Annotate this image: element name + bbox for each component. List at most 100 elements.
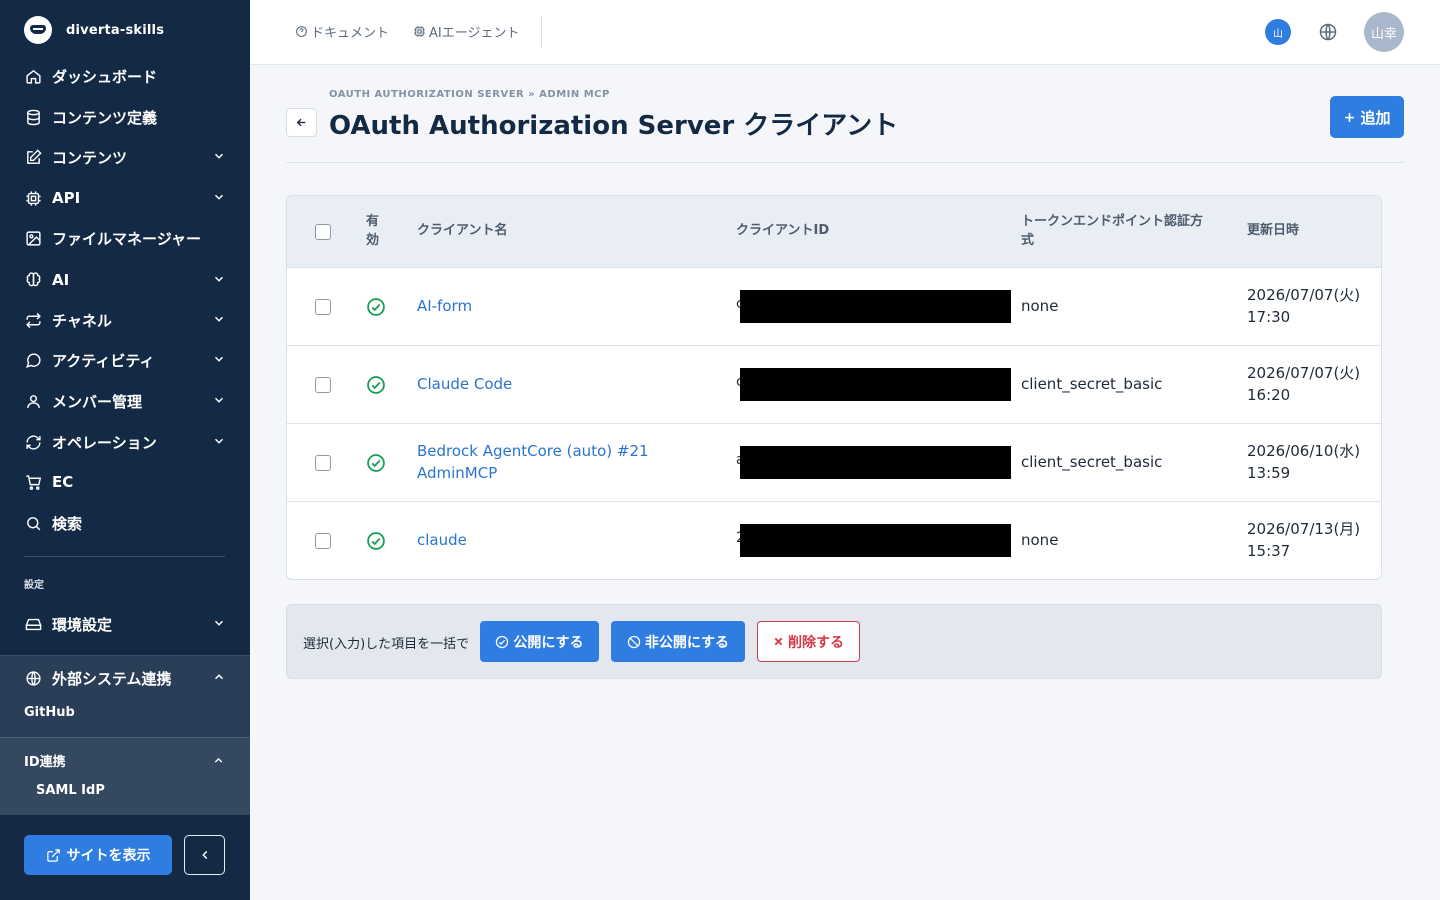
- updated-date: 2026/07/07(火): [1247, 286, 1361, 304]
- sidebar-item-label: チャネル: [52, 311, 112, 330]
- ai-agent-link[interactable]: AIエージェント: [413, 22, 519, 41]
- updated-date: 2026/07/13(月): [1247, 520, 1361, 538]
- redacted-client-id: [740, 290, 1011, 323]
- row-checkbox[interactable]: [315, 377, 331, 393]
- chevron-up-icon[interactable]: [212, 754, 225, 767]
- column-header-client-id[interactable]: クライアントID: [736, 221, 829, 240]
- sidebar-item-label: コンテンツ定義: [52, 108, 158, 127]
- add-label: 追加: [1360, 108, 1391, 127]
- publish-label: 公開にする: [513, 634, 584, 651]
- table-row[interactable]: AI-form c none 2026/07/07(火) 17:30: [287, 268, 1381, 346]
- table-header: 有効 クライアント名 クライアントID トークンエンドポイント認証方式 更新日時: [287, 196, 1381, 268]
- sidebar-item-label: アクティビティ: [52, 351, 155, 370]
- sidebar-subitem-saml-idp[interactable]: SAML IdP: [36, 783, 105, 798]
- updated-time: 15:37: [1247, 542, 1291, 560]
- home-icon: [24, 67, 42, 85]
- sidebar-item-operation[interactable]: オペレーション: [24, 429, 226, 455]
- brain-icon: [24, 271, 42, 289]
- refresh-icon: [24, 433, 42, 451]
- sidebar-item-env-settings[interactable]: 環境設定: [24, 611, 226, 637]
- auth-method: client_secret_basic: [1021, 375, 1163, 393]
- sidebar-item-members[interactable]: メンバー管理: [24, 388, 226, 414]
- add-button[interactable]: 追加: [1330, 96, 1404, 138]
- select-all-checkbox[interactable]: [315, 224, 331, 240]
- message-icon: [24, 351, 42, 369]
- docs-link[interactable]: ドキュメント: [295, 22, 389, 41]
- table-row[interactable]: Bedrock AgentCore (auto) #21 AdminMCP a …: [287, 424, 1381, 502]
- search-icon: [24, 514, 42, 532]
- column-header-updated[interactable]: 更新日時: [1247, 221, 1299, 240]
- sidebar-subitem-id-linkage[interactable]: ID連携: [24, 751, 66, 770]
- sidebar-item-file-manager[interactable]: ファイルマネージャー: [24, 225, 226, 251]
- table-row[interactable]: Claude Code c client_secret_basic 2026/0…: [287, 346, 1381, 424]
- docs-label: ドキュメント: [311, 26, 390, 41]
- cpu-icon: [414, 26, 425, 37]
- sidebar-item-ec[interactable]: EC: [24, 469, 226, 495]
- image-icon: [24, 229, 42, 247]
- chevron-left-icon: [201, 850, 207, 860]
- row-checkbox[interactable]: [315, 533, 331, 549]
- chevron-up-icon: [214, 674, 224, 680]
- sidebar-item-label: 検索: [52, 514, 83, 533]
- check-circle-icon: [367, 454, 385, 472]
- sidebar-item-content[interactable]: コンテンツ: [24, 144, 226, 170]
- updated-time: 16:20: [1247, 386, 1291, 404]
- cart-icon: [24, 473, 42, 491]
- column-header-enabled[interactable]: 有効: [366, 212, 382, 250]
- client-name-link[interactable]: claude: [417, 529, 677, 551]
- row-checkbox[interactable]: [315, 299, 331, 315]
- sidebar: diverta-skills ダッシュボード コンテンツ定義 コンテンツ API…: [0, 0, 250, 900]
- table-row[interactable]: claude 2 none 2026/07/13(月) 15:37: [287, 502, 1381, 579]
- sidebar-item-search[interactable]: 検索: [24, 510, 226, 536]
- check-circle-icon: [367, 376, 385, 394]
- updated-time: 13:59: [1247, 464, 1291, 482]
- page-title: OAuth Authorization Server クライアント: [329, 111, 899, 141]
- settings-heading: 設定: [24, 580, 44, 591]
- cpu-icon: [24, 189, 42, 207]
- sidebar-item-label: 環境設定: [52, 615, 113, 634]
- sidebar-item-activity[interactable]: アクティビティ: [24, 347, 226, 373]
- chevron-down-icon: [214, 438, 224, 444]
- workspace-badge[interactable]: 山: [1265, 19, 1291, 45]
- user-icon: [24, 392, 42, 410]
- view-site-button[interactable]: サイトを表示: [24, 835, 172, 875]
- delete-label: 削除する: [788, 634, 844, 651]
- brand[interactable]: diverta-skills: [24, 16, 164, 44]
- back-button[interactable]: [286, 108, 317, 137]
- top-bar: ドキュメント AIエージェント 山 山幸: [250, 0, 1440, 65]
- client-name-link[interactable]: Claude Code: [417, 373, 677, 395]
- column-header-client-name[interactable]: クライアント名: [417, 221, 507, 240]
- delete-button[interactable]: 削除する: [757, 621, 860, 662]
- chevron-down-icon: [214, 194, 224, 200]
- ai-agent-label: AIエージェント: [429, 26, 520, 41]
- sidebar-item-ai[interactable]: AI: [24, 267, 226, 293]
- sidebar-item-content-definition[interactable]: コンテンツ定義: [24, 104, 226, 130]
- collapse-sidebar-button[interactable]: [184, 835, 225, 875]
- sidebar-item-label: AI: [52, 271, 70, 289]
- chevron-down-icon: [214, 316, 224, 322]
- hard-drive-icon: [24, 615, 42, 633]
- redacted-client-id: [740, 368, 1011, 401]
- topbar-separator: [541, 16, 542, 47]
- publish-button[interactable]: 公開にする: [480, 621, 599, 662]
- row-checkbox[interactable]: [315, 455, 331, 471]
- globe-icon[interactable]: [1318, 22, 1338, 42]
- client-name-link[interactable]: AI-form: [417, 295, 677, 317]
- external-link-icon: [46, 848, 60, 862]
- sidebar-item-dashboard[interactable]: ダッシュボード: [24, 63, 226, 89]
- clients-table: 有効 クライアント名 クライアントID トークンエンドポイント認証方式 更新日時…: [286, 195, 1382, 580]
- column-header-auth-method[interactable]: トークンエンドポイント認証方式: [1021, 212, 1211, 250]
- client-name-link[interactable]: Bedrock AgentCore (auto) #21 AdminMCP: [417, 440, 677, 484]
- avatar[interactable]: 山幸: [1364, 12, 1404, 52]
- sidebar-item-external-systems[interactable]: 外部システム連携: [24, 665, 226, 691]
- unpublish-button[interactable]: 非公開にする: [611, 621, 745, 662]
- sidebar-subitem-github[interactable]: GitHub: [24, 705, 75, 720]
- sidebar-item-channel[interactable]: チャネル: [24, 307, 226, 333]
- database-icon: [24, 108, 42, 126]
- chevron-down-icon: [214, 276, 224, 282]
- plus-icon: [1345, 112, 1355, 122]
- sidebar-item-label: 外部システム連携: [52, 669, 172, 688]
- ban-icon: [627, 635, 641, 648]
- sidebar-item-api[interactable]: API: [24, 185, 226, 211]
- title-divider: [286, 162, 1404, 163]
